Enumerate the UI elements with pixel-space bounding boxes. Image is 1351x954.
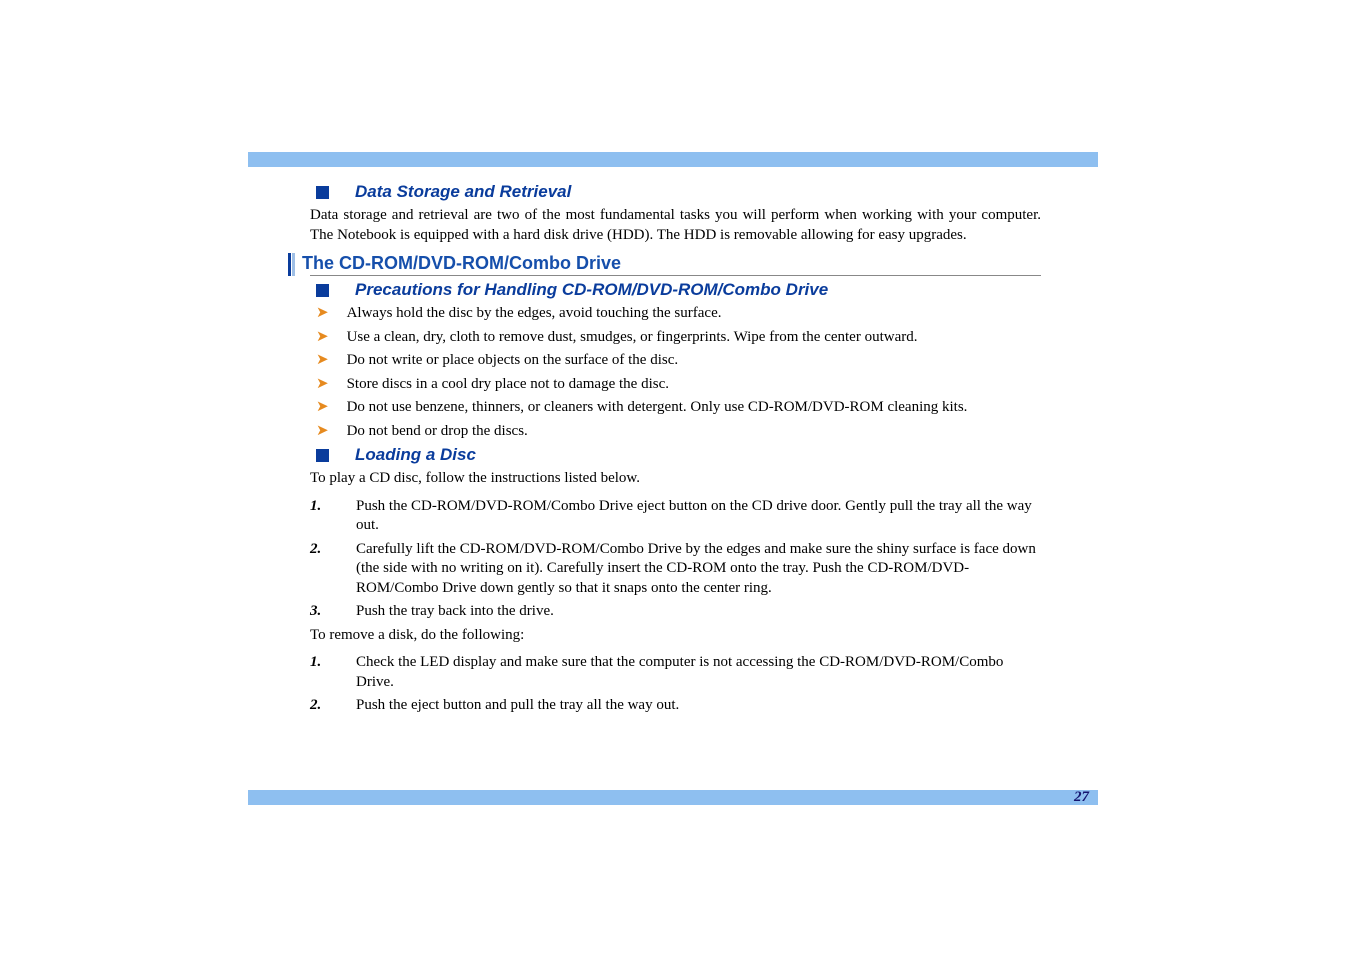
step-number: 3. <box>310 602 356 622</box>
page: Data Storage and Retrieval Data storage … <box>0 0 1351 954</box>
paragraph-to-remove: To remove a disk, do the following: <box>310 626 1041 646</box>
step-text: Push the eject button and pull the tray … <box>356 696 1041 716</box>
step-text: Check the LED display and make sure that… <box>356 653 1041 692</box>
subheading-precautions: Precautions for Handling CD-ROM/DVD-ROM/… <box>355 280 828 300</box>
arrow-bullet-icon: ➤ <box>316 304 329 324</box>
arrow-bullet-icon: ➤ <box>316 375 329 395</box>
arrow-bullet-icon: ➤ <box>316 398 329 418</box>
numbered-item: 1. Check the LED display and make sure t… <box>310 653 1041 692</box>
subheading-data-storage: Data Storage and Retrieval <box>355 182 571 202</box>
list-item-text: Always hold the disc by the edges, avoid… <box>347 304 722 324</box>
header-bar <box>248 152 1098 167</box>
section-heading: The CD-ROM/DVD-ROM/Combo Drive <box>288 253 1041 274</box>
section-heading-bars-icon <box>288 253 295 276</box>
list-item: ➤ Store discs in a cool dry place not to… <box>310 375 1041 395</box>
footer-bar <box>248 790 1098 805</box>
list-item: ➤ Use a clean, dry, cloth to remove dust… <box>310 328 1041 348</box>
step-number: 2. <box>310 540 356 560</box>
paragraph-to-play: To play a CD disc, follow the instructio… <box>310 469 1041 489</box>
square-bullet-icon <box>316 284 329 297</box>
arrow-bullet-icon: ➤ <box>316 328 329 348</box>
list-item-text: Use a clean, dry, cloth to remove dust, … <box>347 328 918 348</box>
list-item: ➤ Do not bend or drop the discs. <box>310 422 1041 442</box>
subheading-loading: Loading a Disc <box>355 445 476 465</box>
step-text: Push the tray back into the drive. <box>356 602 1041 622</box>
list-item-text: Do not bend or drop the discs. <box>347 422 528 442</box>
numbered-item: 2. Push the eject button and pull the tr… <box>310 696 1041 716</box>
subheading-row-precautions: Precautions for Handling CD-ROM/DVD-ROM/… <box>310 280 1041 300</box>
subheading-row-loading: Loading a Disc <box>310 445 1041 465</box>
step-text: Carefully lift the CD-ROM/DVD-ROM/Combo … <box>356 540 1041 599</box>
list-item-text: Do not use benzene, thinners, or cleaner… <box>347 398 968 418</box>
square-bullet-icon <box>316 186 329 199</box>
step-number: 1. <box>310 497 356 517</box>
list-item: ➤ Always hold the disc by the edges, avo… <box>310 304 1041 324</box>
page-content: Data Storage and Retrieval Data storage … <box>310 178 1041 718</box>
step-number: 1. <box>310 653 356 673</box>
list-item-text: Store discs in a cool dry place not to d… <box>347 375 669 395</box>
subheading-row-data-storage: Data Storage and Retrieval <box>310 182 1041 202</box>
step-text: Push the CD-ROM/DVD-ROM/Combo Drive ejec… <box>356 497 1041 536</box>
square-bullet-icon <box>316 449 329 462</box>
numbered-item: 3. Push the tray back into the drive. <box>310 602 1041 622</box>
section-heading-wrap: The CD-ROM/DVD-ROM/Combo Drive <box>288 253 1041 276</box>
step-number: 2. <box>310 696 356 716</box>
section-underline <box>310 275 1041 276</box>
numbered-item: 2. Carefully lift the CD-ROM/DVD-ROM/Com… <box>310 540 1041 599</box>
arrow-bullet-icon: ➤ <box>316 422 329 442</box>
page-number: 27 <box>1074 790 1089 805</box>
arrow-bullet-icon: ➤ <box>316 351 329 371</box>
list-item: ➤ Do not use benzene, thinners, or clean… <box>310 398 1041 418</box>
list-item-text: Do not write or place objects on the sur… <box>347 351 679 371</box>
paragraph-data-storage: Data storage and retrieval are two of th… <box>310 206 1041 245</box>
numbered-item: 1. Push the CD-ROM/DVD-ROM/Combo Drive e… <box>310 497 1041 536</box>
list-item: ➤ Do not write or place objects on the s… <box>310 351 1041 371</box>
